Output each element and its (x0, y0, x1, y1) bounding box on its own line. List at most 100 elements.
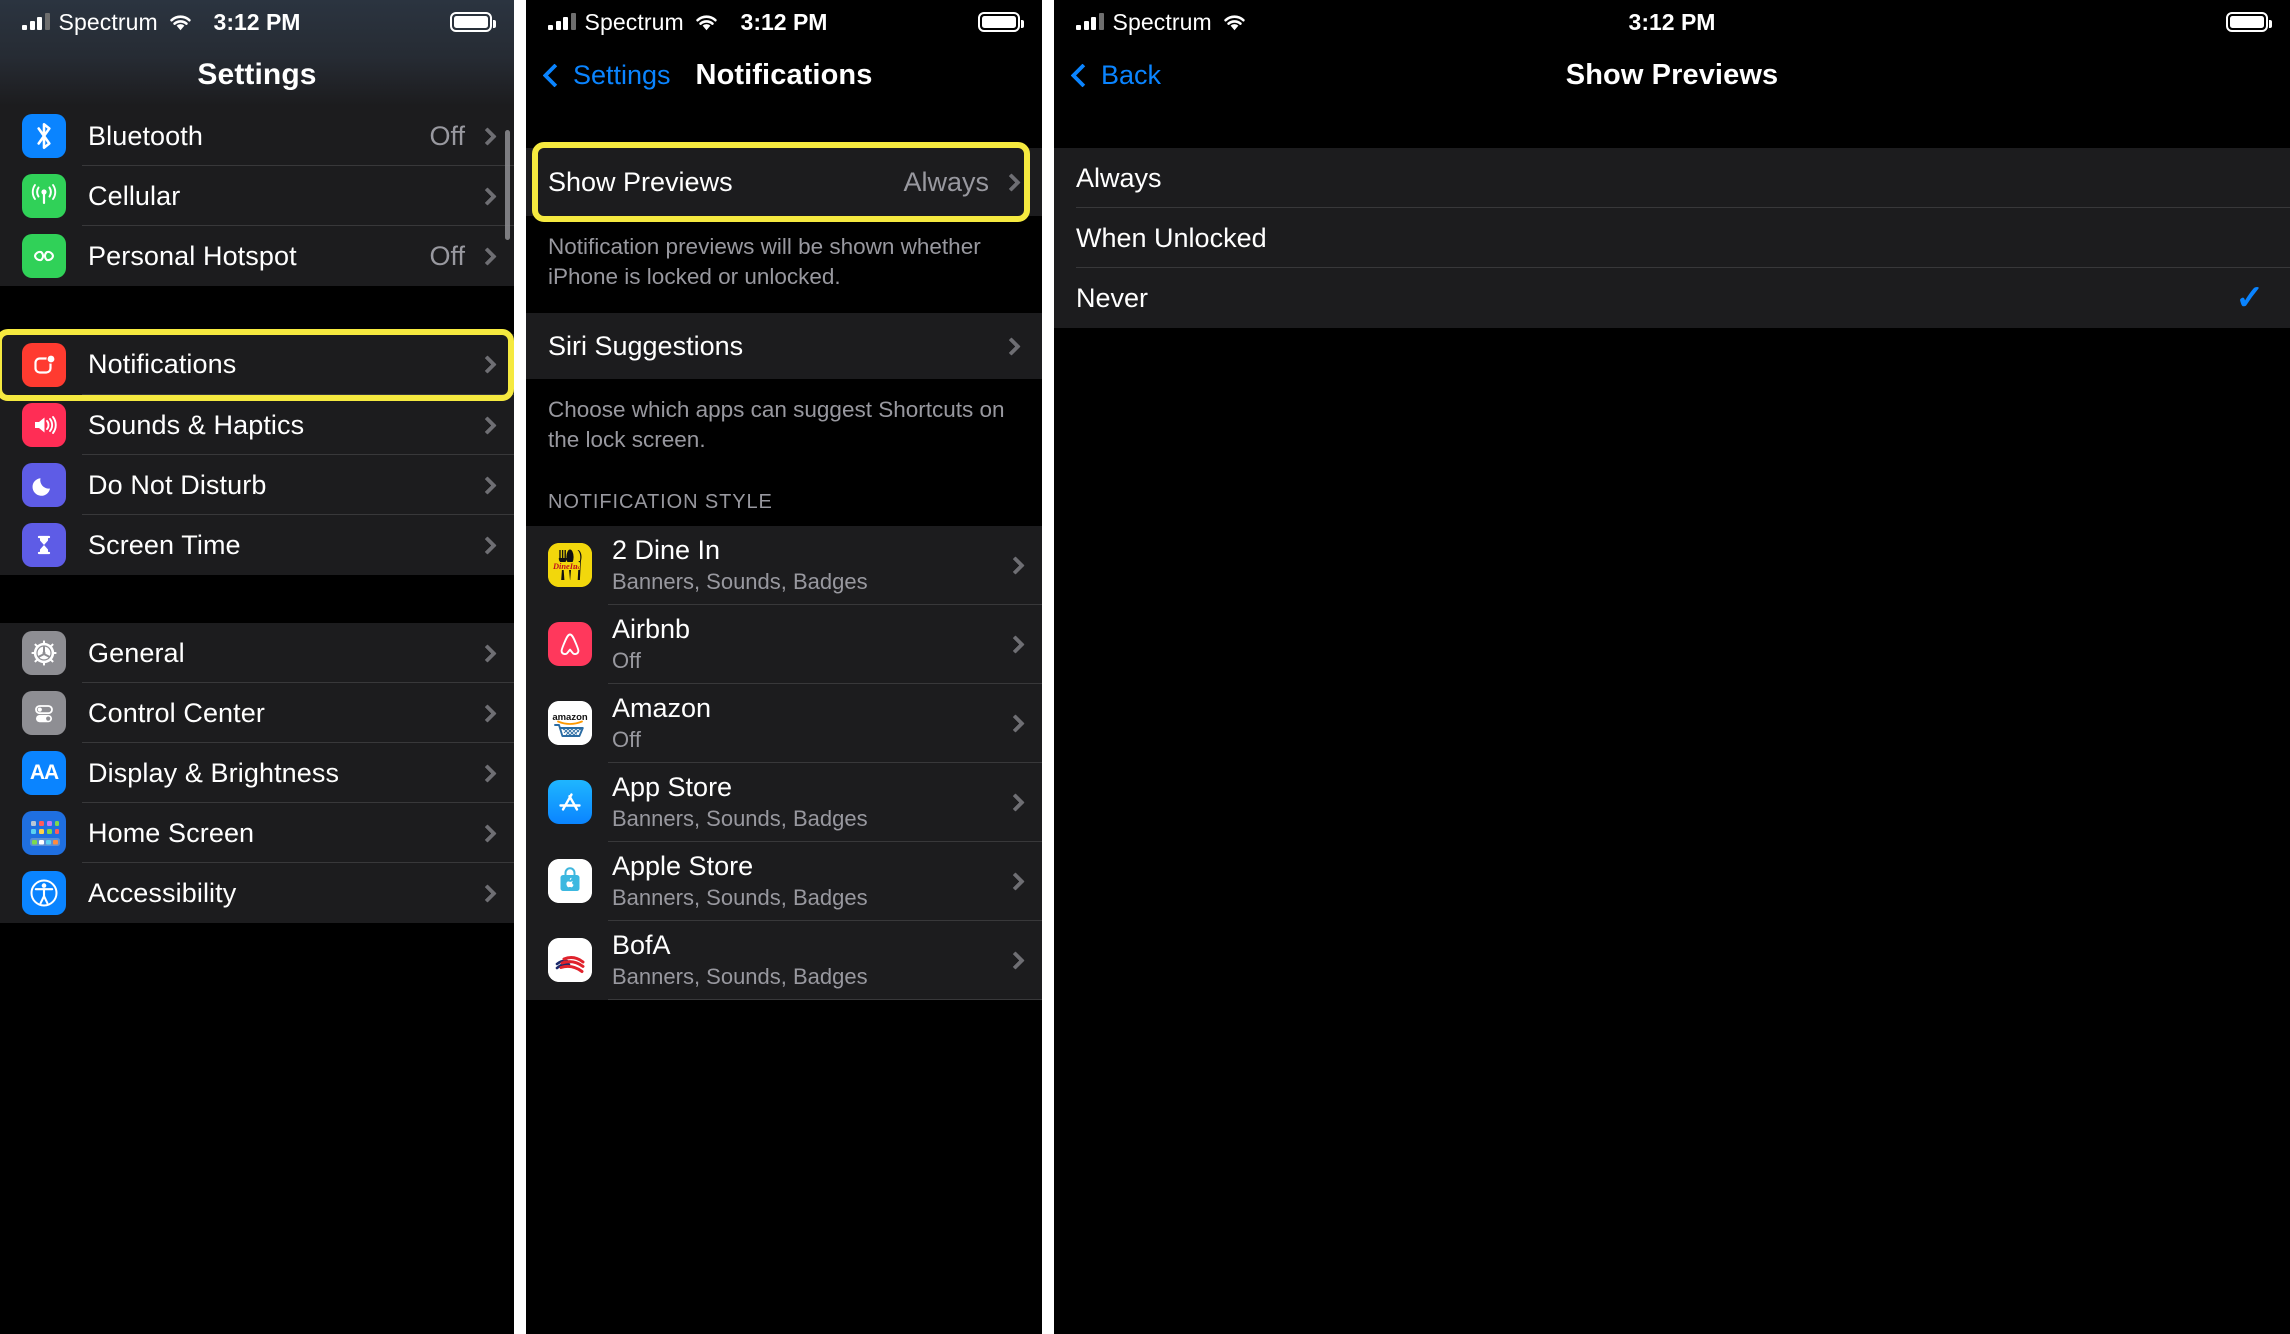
app-status: Banners, Sounds, Badges (612, 569, 868, 595)
sidebar-item-screen-time[interactable]: Screen Time (0, 515, 514, 575)
svg-text:.cc: .cc (574, 565, 581, 571)
sidebar-item-display-brightness[interactable]: AA Display & Brightness (0, 743, 514, 803)
app-name: BofA (612, 930, 671, 961)
carrier-label: Spectrum (1112, 8, 1212, 35)
sidebar-item-sounds-haptics[interactable]: Sounds & Haptics (0, 395, 514, 455)
chevron-right-icon (478, 763, 497, 783)
group-spacer (526, 106, 1042, 148)
sidebar-item-accessibility[interactable]: Accessibility (0, 863, 514, 923)
sidebar-item-general[interactable]: General (0, 623, 514, 683)
back-button[interactable]: Back (1070, 59, 1162, 91)
sidebar-item-do-not-disturb[interactable]: Do Not Disturb (0, 455, 514, 515)
control-center-toggles-icon (22, 691, 66, 735)
option-label: When Unlocked (1076, 222, 1267, 253)
sidebar-item-control-center[interactable]: Control Center (0, 683, 514, 743)
notification-style-app-list: DineIn .cc 2 Dine In Banners, Sounds, Ba… (526, 525, 1042, 1000)
list-item-text: Apple Store Banners, Sounds, Badges (612, 851, 1009, 911)
list-item[interactable]: Apple Store Banners, Sounds, Badges (526, 841, 1042, 921)
option-when-unlocked[interactable]: When Unlocked (1054, 208, 2290, 268)
group-spacer (1054, 106, 2290, 148)
option-always[interactable]: Always (1054, 148, 2290, 208)
chevron-left-icon (542, 62, 567, 88)
page-title: Show Previews (1565, 58, 1779, 91)
sidebar-item-cellular[interactable]: Cellular (0, 166, 514, 226)
list-item[interactable]: App Store Banners, Sounds, Badges (526, 762, 1042, 842)
back-button-label: Back (1101, 59, 1162, 90)
wifi-icon (693, 12, 720, 32)
section-header-notification-style: NOTIFICATION STYLE (526, 482, 1042, 526)
cellular-bars-icon (1076, 13, 1104, 30)
settings-group-connectivity: Bluetooth Off Cellular Personal Hotspot … (0, 106, 514, 286)
option-label: Never (1076, 282, 1149, 313)
chevron-right-icon (478, 126, 497, 146)
chevron-right-icon (1006, 793, 1025, 812)
status-bar-left: Spectrum (548, 9, 720, 36)
panel-show-previews: Spectrum 3:12 PM Back Show Previews Alwa… (1054, 0, 2290, 1334)
app-name: App Store (612, 772, 733, 803)
sidebar-item-label: Display & Brightness (88, 757, 340, 788)
app-status: Banners, Sounds, Badges (612, 806, 868, 832)
sidebar-item-label: Sounds & Haptics (88, 409, 305, 440)
option-label: Always (1076, 162, 1162, 193)
apple-store-app-icon (548, 859, 592, 904)
accessibility-icon (22, 871, 66, 915)
personal-hotspot-icon (22, 234, 66, 278)
sidebar-item-bluetooth[interactable]: Bluetooth Off (0, 106, 514, 166)
panel-divider (514, 0, 526, 1334)
show-previews-scroll-area[interactable]: Always When Unlocked Never ✓ (1054, 106, 2290, 1334)
sidebar-item-label: Bluetooth (88, 120, 203, 151)
list-item-text: 2 Dine In Banners, Sounds, Badges (612, 535, 1009, 595)
show-previews-group: Show Previews Always (526, 142, 1042, 222)
option-never[interactable]: Never ✓ (1054, 268, 2290, 328)
chevron-right-icon (1006, 556, 1025, 575)
app-store-app-icon (548, 780, 592, 825)
sidebar-item-label: Home Screen (88, 817, 255, 848)
app-status: Banners, Sounds, Badges (612, 885, 868, 911)
sidebar-item-label: Screen Time (88, 529, 241, 560)
chevron-right-icon (1002, 172, 1021, 192)
battery-full-icon (450, 12, 496, 32)
page-title: Settings (197, 58, 317, 91)
settings-scroll-area[interactable]: Bluetooth Off Cellular Personal Hotspot … (0, 106, 514, 1334)
sidebar-item-label: General (88, 637, 185, 668)
scrollbar-indicator[interactable] (505, 130, 510, 240)
group-spacer (0, 575, 514, 623)
row-siri-suggestions[interactable]: Siri Suggestions (526, 313, 1042, 380)
notifications-scroll-area[interactable]: Show Previews Always Notification previe… (526, 106, 1042, 1334)
settings-group-notifications: Notifications Sounds & Haptics Do Not Di… (0, 329, 514, 575)
wifi-icon (167, 12, 194, 32)
show-previews-navbar: Back Show Previews (1054, 44, 2290, 106)
chevron-right-icon (478, 355, 497, 374)
sidebar-item-label: Control Center (88, 697, 265, 728)
sidebar-item-personal-hotspot[interactable]: Personal Hotspot Off (0, 226, 514, 286)
siri-footnote: Choose which apps can suggest Shortcuts … (526, 379, 1042, 483)
battery-full-icon (2226, 12, 2272, 32)
sidebar-item-notifications[interactable]: Notifications (0, 334, 514, 395)
checkmark-icon: ✓ (2235, 279, 2265, 317)
list-item-text: App Store Banners, Sounds, Badges (612, 772, 1009, 832)
settings-navbar: Settings (0, 44, 514, 106)
chevron-right-icon (478, 246, 497, 266)
bofa-app-icon (548, 938, 592, 983)
list-item[interactable]: amazon Amazon Off (526, 683, 1042, 763)
chevron-right-icon (1006, 714, 1025, 733)
list-item[interactable]: Airbnb Off (526, 604, 1042, 684)
cellular-bars-icon (22, 13, 50, 30)
chevron-right-icon (1006, 635, 1025, 654)
status-bar: Spectrum 3:12 PM (0, 0, 514, 44)
notifications-icon (22, 342, 66, 387)
carrier-label: Spectrum (58, 8, 158, 35)
back-button[interactable]: Settings (542, 60, 671, 91)
sidebar-item-home-screen[interactable]: Home Screen (0, 803, 514, 863)
sidebar-item-label: Do Not Disturb (88, 469, 267, 500)
gear-icon (22, 631, 66, 675)
status-bar-left: Spectrum (22, 9, 194, 36)
amazon-app-icon: amazon (548, 701, 592, 746)
list-item[interactable]: BofA Banners, Sounds, Badges (526, 920, 1042, 1000)
sidebar-item-label: Notifications (88, 349, 237, 379)
row-show-previews[interactable]: Show Previews Always (526, 148, 1042, 216)
sidebar-item-label: Personal Hotspot (88, 240, 297, 271)
list-item[interactable]: DineIn .cc 2 Dine In Banners, Sounds, Ba… (526, 525, 1042, 605)
app-name: Airbnb (612, 614, 691, 645)
app-status: Banners, Sounds, Badges (612, 964, 868, 990)
